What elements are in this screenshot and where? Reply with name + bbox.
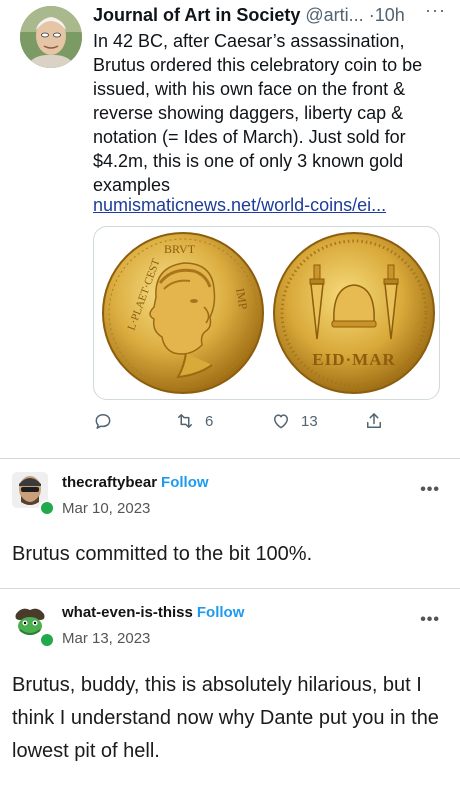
follow-button[interactable]: Follow	[197, 604, 245, 621]
tweet-actions: 6 13	[93, 405, 393, 437]
author-name[interactable]: Journal of Art in Society	[93, 5, 300, 25]
tweet-link[interactable]: numismaticnews.net/world-coins/ei...	[93, 193, 386, 217]
heart-icon	[274, 414, 288, 429]
comment-header: what-even-is-thiss Follow	[62, 603, 244, 623]
reply-button[interactable]	[93, 405, 113, 437]
comment-item: what-even-is-thiss Follow Mar 13, 2023 ••…	[0, 589, 460, 785]
retweet-button[interactable]: 6	[175, 405, 213, 437]
coin-obverse: L·PLAET·CEST BRVT IMP	[102, 232, 264, 394]
reply-badge-icon	[39, 632, 55, 648]
retweet-count: 6	[205, 412, 214, 430]
retweet-icon	[178, 414, 192, 428]
tweet: Journal of Art in Society @arti... ·10h …	[0, 0, 460, 458]
tweet-header: Journal of Art in Society @arti... ·10h	[93, 3, 453, 27]
comment-date: Mar 13, 2023	[62, 630, 151, 647]
commenter-avatar[interactable]	[12, 472, 55, 516]
commenter-avatar[interactable]	[12, 604, 55, 648]
share-button[interactable]	[364, 405, 384, 437]
obverse-inscription-top: BRVT	[164, 242, 196, 256]
comment-text: Brutus committed to the bit 100%.	[12, 543, 313, 565]
comment-date: Mar 10, 2023	[62, 500, 151, 517]
more-horizontal-icon[interactable]: ···	[425, 0, 446, 21]
like-count: 13	[301, 412, 318, 430]
author-avatar-image	[20, 6, 82, 68]
tweet-text: In 42 BC, after Caesar’s assassination, …	[93, 31, 423, 195]
comment-header: thecraftybear Follow	[62, 473, 209, 493]
follow-button[interactable]: Follow	[161, 474, 209, 491]
reverse-inscription: EID·MAR	[312, 350, 396, 369]
author-avatar[interactable]	[20, 6, 82, 68]
more-options-icon[interactable]: •••	[420, 481, 440, 499]
tweet-time[interactable]: 10h	[375, 5, 405, 25]
author-handle[interactable]: @arti...	[305, 5, 363, 25]
coin-image: L·PLAET·CEST BRVT IMP EID·MAR	[102, 232, 435, 394]
reply-badge-icon	[39, 500, 55, 516]
comment-text: Brutus, buddy, this is absolutely hilari…	[12, 674, 439, 762]
more-options-icon[interactable]: •••	[420, 611, 440, 629]
commenter-username[interactable]: what-even-is-thiss	[62, 604, 193, 621]
reply-icon	[95, 414, 111, 429]
coin-reverse: EID·MAR	[273, 232, 435, 394]
tweet-media-coin-image[interactable]: L·PLAET·CEST BRVT IMP EID·MAR	[93, 226, 440, 400]
share-icon	[367, 413, 381, 428]
comment-item: thecraftybear Follow Mar 10, 2023 ••• Bru…	[0, 459, 460, 587]
like-button[interactable]: 13	[271, 405, 318, 437]
commenter-username[interactable]: thecraftybear	[62, 474, 157, 491]
